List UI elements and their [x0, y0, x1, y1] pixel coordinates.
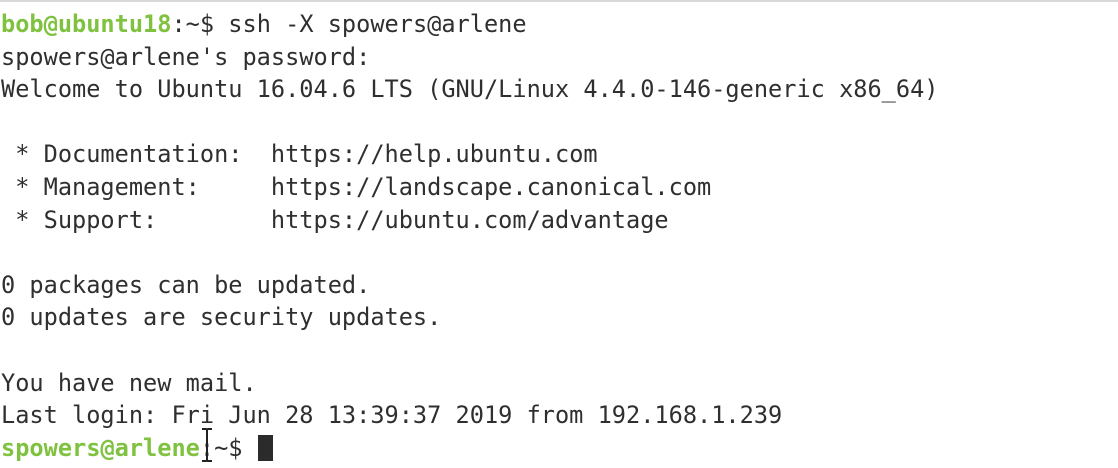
management-url[interactable]: https://landscape.canonical.com — [271, 173, 711, 201]
documentation-url[interactable]: https://help.ubuntu.com — [271, 140, 598, 168]
terminal-window[interactable]: bob@ubuntu18:~$ ssh -X spowers@arlene sp… — [0, 0, 1118, 468]
security-status: 0 updates are security updates. — [1, 303, 442, 332]
documentation-label: * Documentation: — [1, 140, 271, 169]
management-link-line: * Management: https://landscape.canonica… — [1, 171, 939, 204]
support-link-line: * Support: https://ubuntu.com/advantage — [1, 204, 939, 237]
terminal-line-local-command: bob@ubuntu18:~$ ssh -X spowers@arlene — [1, 8, 939, 41]
management-label: * Management: — [1, 172, 271, 201]
welcome-message: Welcome to Ubuntu 16.04.6 LTS (GNU/Linux… — [1, 75, 939, 104]
ssh-command: ssh -X spowers@arlene — [228, 10, 527, 38]
remote-prompt-user: spowers@arlene — [1, 433, 200, 462]
terminal-line-remote-prompt[interactable]: spowers@arlene:~$ — [1, 432, 939, 465]
terminal-output[interactable]: bob@ubuntu18:~$ ssh -X spowers@arlene sp… — [1, 8, 939, 464]
i-beam-icon — [202, 428, 212, 462]
last-login: Last login: Fri Jun 28 13:39:37 2019 fro… — [1, 401, 783, 430]
mail-notice: You have new mail. — [1, 368, 257, 397]
text-cursor — [257, 434, 273, 461]
support-label: * Support: — [1, 205, 271, 234]
documentation-link-line: * Documentation: https://help.ubuntu.com — [1, 138, 939, 171]
password-prompt: spowers@arlene's password: — [1, 42, 371, 71]
local-prompt-path: :~$ — [171, 10, 229, 38]
support-url[interactable]: https://ubuntu.com/advantage — [271, 206, 669, 234]
local-prompt-user: bob@ubuntu18 — [1, 10, 172, 38]
packages-status: 0 packages can be updated. — [1, 270, 371, 299]
